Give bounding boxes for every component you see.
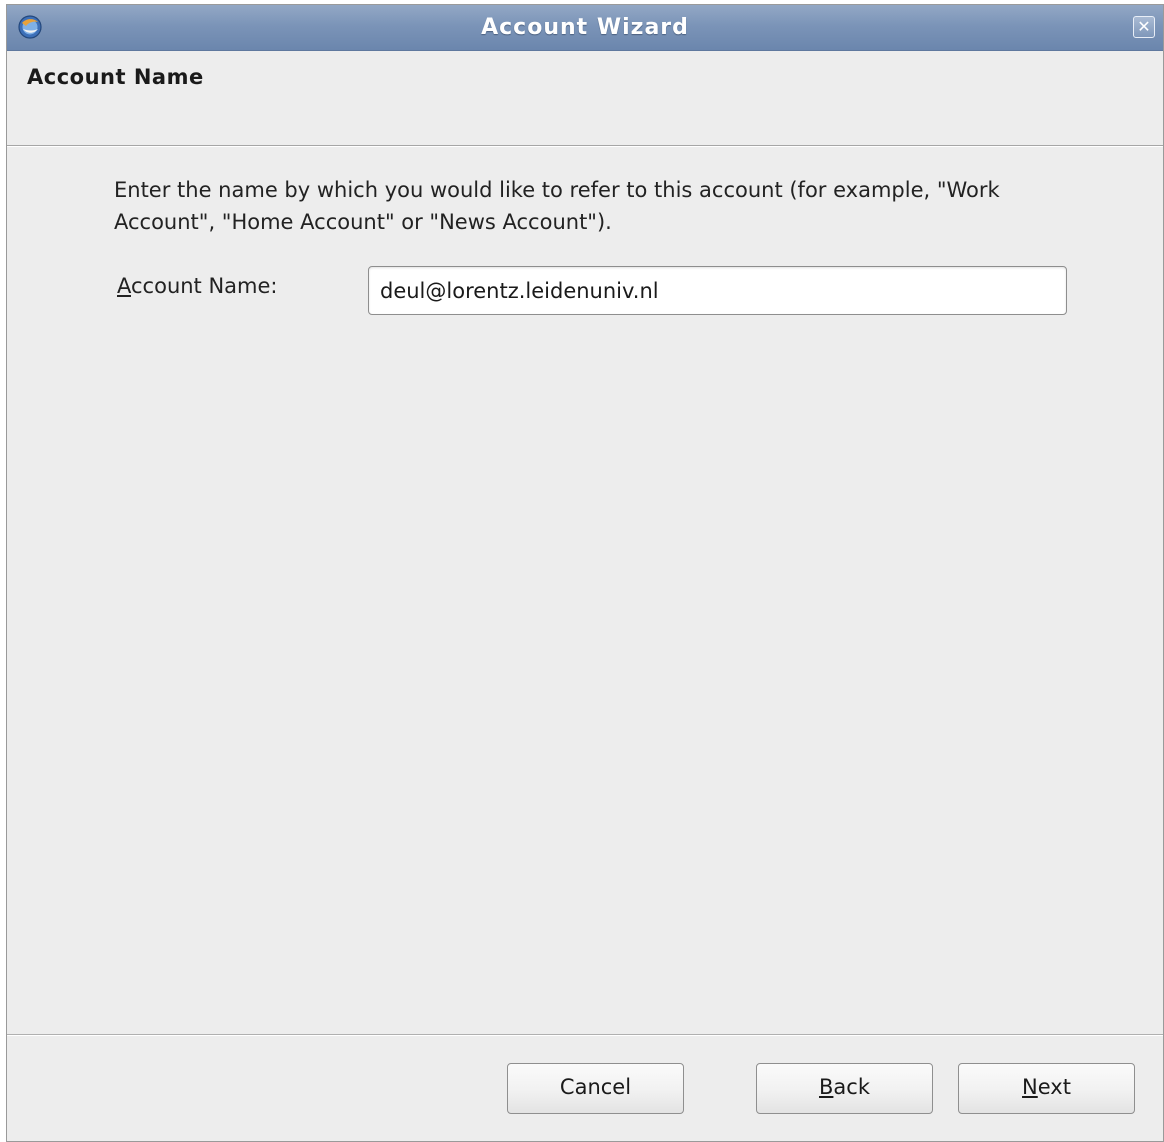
next-button-mnemonic: N [1022, 1075, 1038, 1099]
title-bar[interactable]: Account Wizard ✕ [7, 5, 1163, 51]
account-name-label: Account Name: [117, 274, 278, 298]
account-name-label-text: ccount Name: [131, 274, 278, 298]
account-wizard-window: Account Wizard ✕ Account Name Enter the … [6, 4, 1164, 1142]
next-button-label: ext [1037, 1075, 1071, 1099]
page-title: Account Name [27, 65, 204, 89]
footer-divider [7, 1034, 1163, 1036]
account-name-input[interactable] [368, 266, 1067, 315]
back-button-label: ack [833, 1075, 870, 1099]
close-icon[interactable]: ✕ [1133, 16, 1155, 38]
cancel-button-label: Cancel [559, 1075, 632, 1099]
back-button[interactable]: Back [756, 1063, 933, 1114]
window-title: Account Wizard [481, 15, 689, 40]
account-name-label-mnemonic: A [117, 274, 131, 298]
next-button[interactable]: Next [958, 1063, 1135, 1114]
header-divider [7, 145, 1163, 147]
instructions-text: Enter the name by which you would like t… [114, 178, 1000, 234]
back-button-mnemonic: B [819, 1075, 834, 1099]
cancel-button[interactable]: Cancel [507, 1063, 684, 1114]
